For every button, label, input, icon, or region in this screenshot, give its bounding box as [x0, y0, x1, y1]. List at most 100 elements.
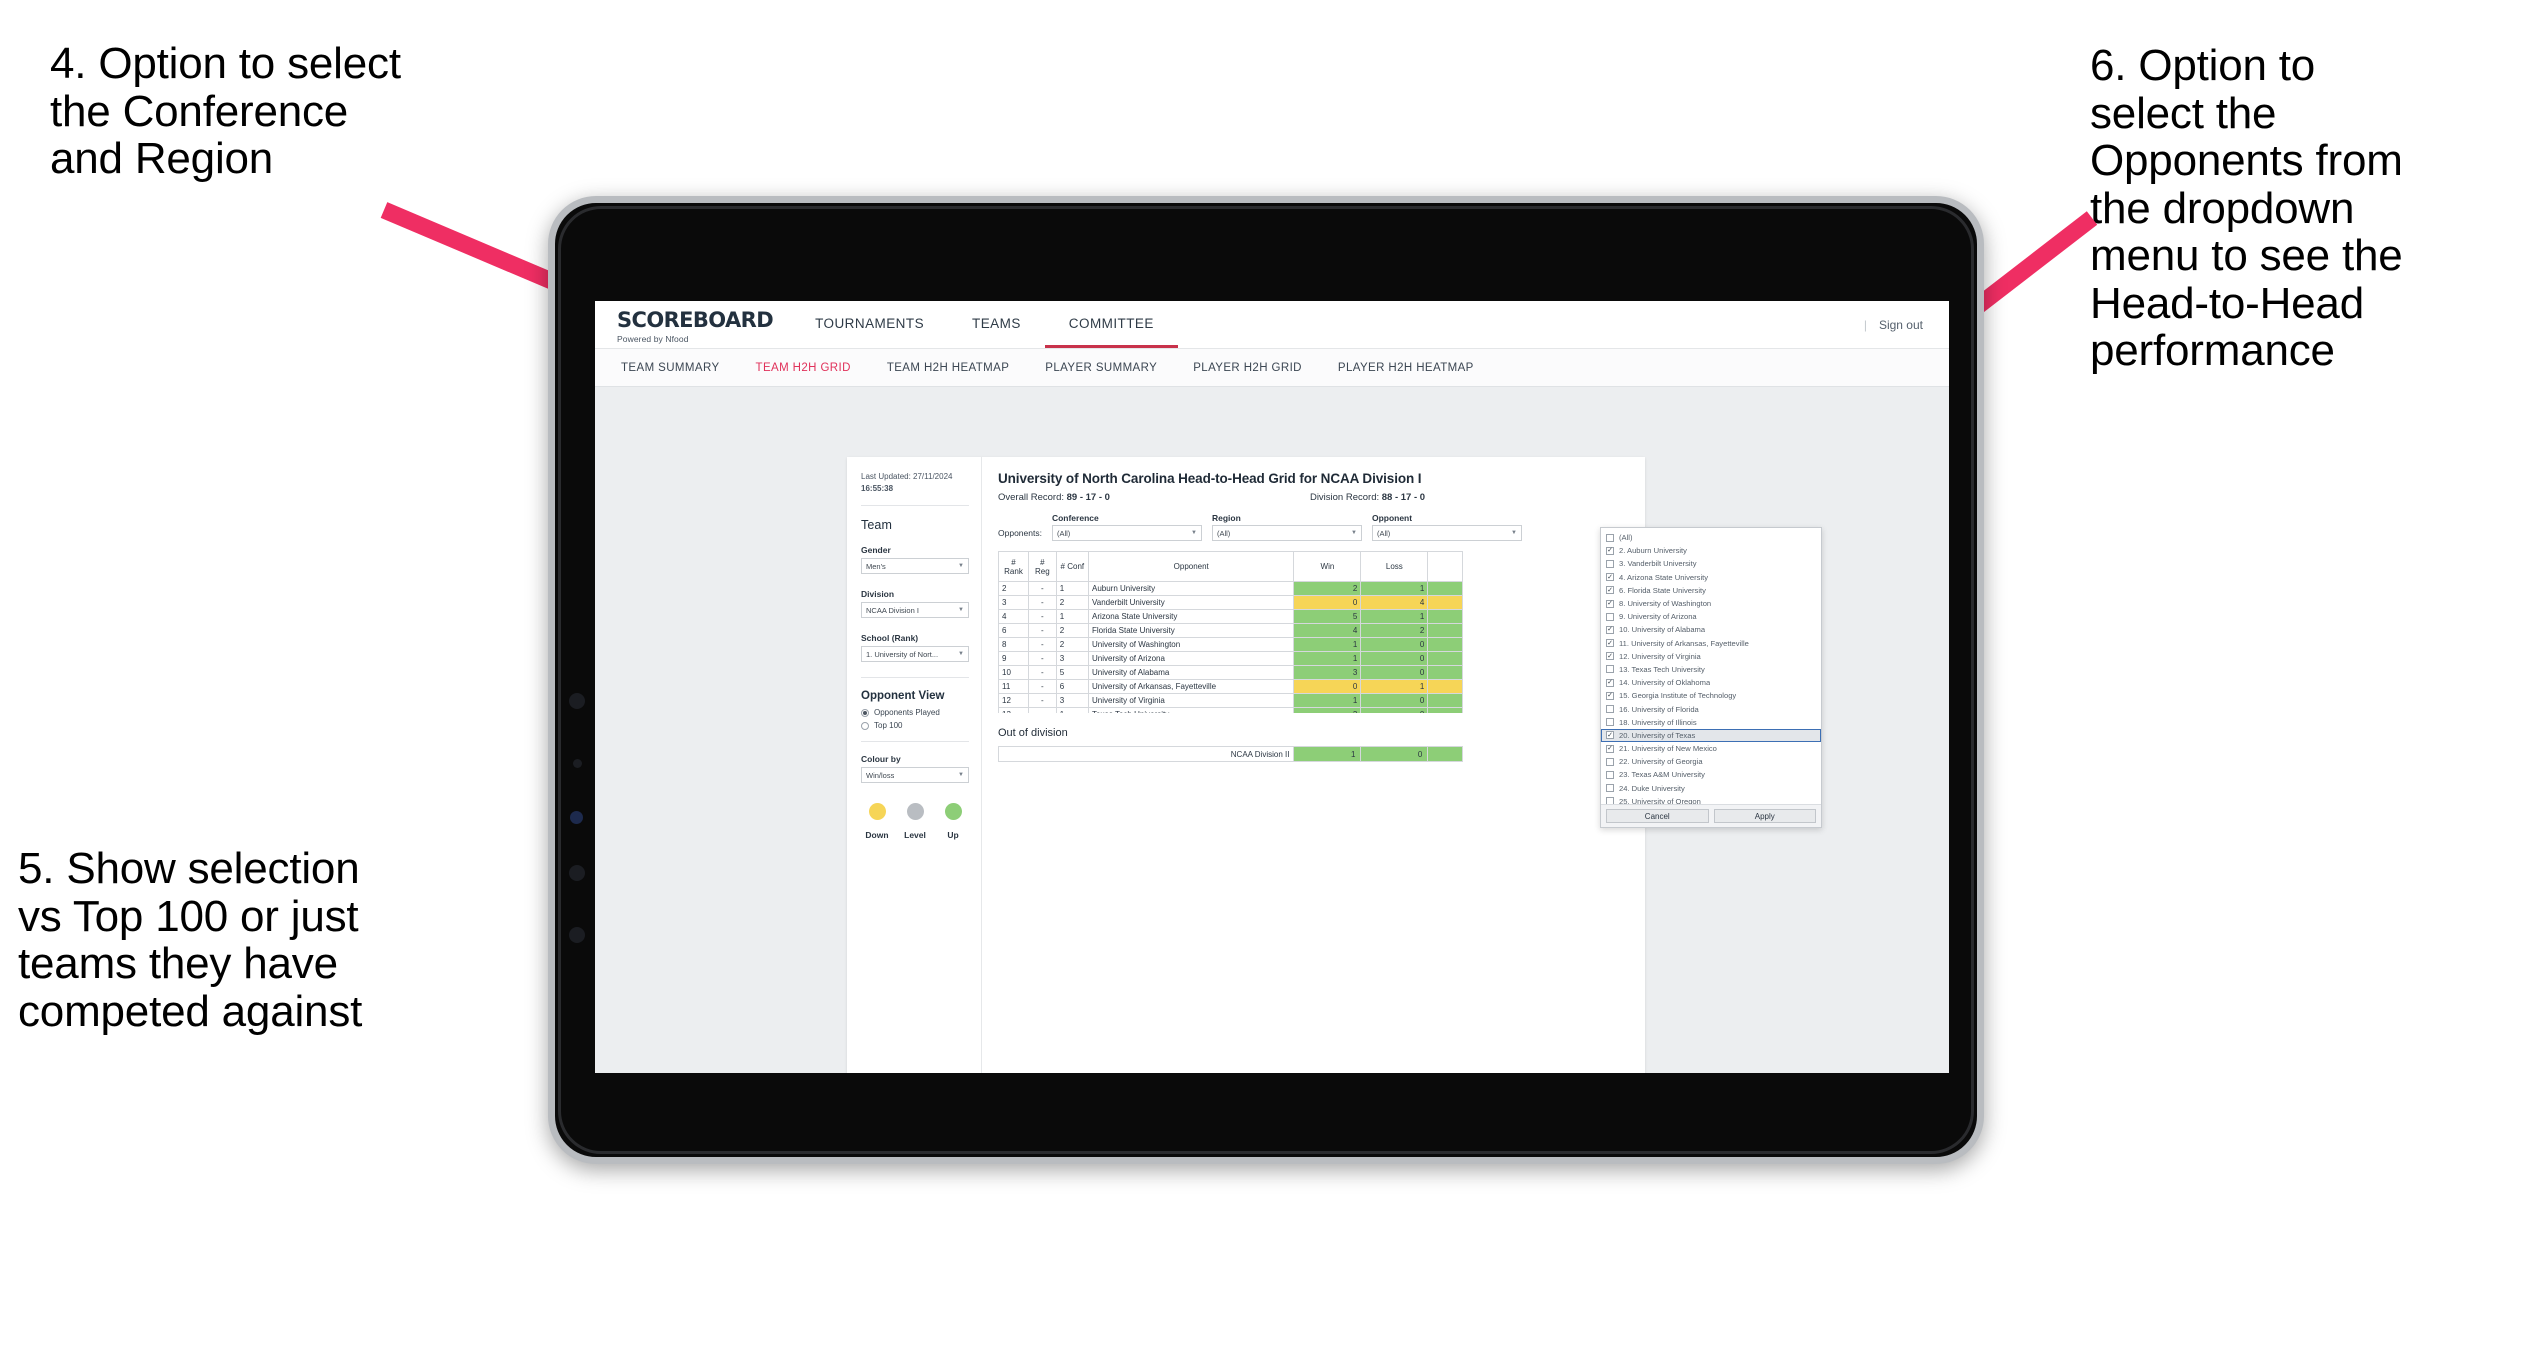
opponent-option[interactable]: 24. Duke University: [1601, 782, 1821, 795]
cell-rank: 9: [998, 651, 1029, 666]
checkbox-icon[interactable]: [1606, 559, 1614, 568]
legend-down: Down: [863, 803, 891, 843]
cell-reg: -: [1028, 651, 1057, 666]
opponent-option[interactable]: ✓ 2. Auburn University: [1601, 544, 1821, 557]
checkbox-icon[interactable]: [1606, 770, 1614, 779]
ood-win: 1: [1293, 746, 1362, 762]
checkbox-checked-icon[interactable]: ✓: [1606, 546, 1614, 555]
school-rank-select[interactable]: 1. University of Nort... ▼: [861, 646, 969, 663]
checkbox-icon[interactable]: [1606, 784, 1614, 793]
radio-top-100[interactable]: Top 100: [861, 721, 969, 730]
opponent-option[interactable]: 18. University of Illinois: [1601, 716, 1821, 729]
checkbox-checked-icon[interactable]: ✓: [1606, 639, 1614, 648]
school-rank-field: School (Rank) 1. University of Nort... ▼: [861, 633, 969, 663]
table-row[interactable]: 8-2 University of Washington 1 0: [998, 637, 1463, 652]
opponent-option[interactable]: ✓ 21. University of New Mexico: [1601, 742, 1821, 755]
table-row[interactable]: 3-2 Vanderbilt University 0 4: [998, 595, 1463, 610]
opponent-option[interactable]: 9. University of Arizona: [1601, 610, 1821, 623]
annotation-5: 5. Show selection vs Top 100 or just tea…: [18, 844, 363, 1036]
tablet-button-icon: [569, 927, 585, 943]
checkbox-checked-icon[interactable]: ✓: [1606, 652, 1614, 661]
cell-opponent: University of Washington: [1087, 637, 1295, 652]
nav-teams[interactable]: TEAMS: [948, 301, 1045, 348]
checkbox-checked-icon[interactable]: ✓: [1606, 625, 1614, 634]
tab-team-h2h-heatmap[interactable]: TEAM H2H HEATMAP: [869, 349, 1027, 386]
nav-tournaments[interactable]: TOURNAMENTS: [791, 301, 948, 348]
cell-loss: 4: [1360, 595, 1429, 610]
nav-committee[interactable]: COMMITTEE: [1044, 301, 1178, 348]
opponent-option[interactable]: ✓ 8. University of Washington: [1601, 597, 1821, 610]
tab-player-h2h-heatmap[interactable]: PLAYER H2H HEATMAP: [1320, 349, 1492, 386]
logo[interactable]: SCOREBOARD Powered by Nfood: [595, 301, 791, 348]
tab-team-summary[interactable]: TEAM SUMMARY: [603, 349, 738, 386]
table-row[interactable]: 4-1 Arizona State University 5 1: [998, 609, 1463, 624]
opponent-option[interactable]: 16. University of Florida: [1601, 702, 1821, 715]
colour-by-select[interactable]: Win/loss ▼: [861, 767, 969, 784]
opponent-option[interactable]: ✓ 6. Florida State University: [1601, 584, 1821, 597]
legend-up: Up: [939, 803, 967, 843]
checkbox-checked-icon[interactable]: ✓: [1606, 599, 1614, 608]
division-record-value: 88 - 17 - 0: [1381, 492, 1426, 503]
opponent-option[interactable]: ✓ 14. University of Oklahoma: [1601, 676, 1821, 689]
cell-opponent: Florida State University: [1087, 623, 1295, 638]
cell-rank: 2: [998, 581, 1029, 596]
checkbox-icon[interactable]: [1606, 797, 1614, 804]
opponent-option[interactable]: 3. Vanderbilt University: [1601, 557, 1821, 570]
checkbox-checked-icon[interactable]: ✓: [1606, 744, 1614, 753]
table-row[interactable]: 6-2 Florida State University 4 2: [998, 623, 1463, 638]
opponent-option-label: 12. University of Virginia: [1619, 651, 1701, 661]
opponent-option[interactable]: ✓ 20. University of Texas: [1601, 728, 1821, 742]
radio-opponents-played-label: Opponents Played: [874, 708, 940, 718]
table-row[interactable]: 10-5 University of Alabama 3 0: [998, 665, 1463, 680]
opponent-option[interactable]: 22. University of Georgia: [1601, 755, 1821, 768]
checkbox-checked-icon[interactable]: ✓: [1606, 731, 1614, 740]
opponent-option[interactable]: ✓ 12. University of Virginia: [1601, 650, 1821, 663]
opponent-option[interactable]: ✓ 15. Georgia Institute of Technology: [1601, 689, 1821, 702]
table-row[interactable]: 11-6 University of Arkansas, Fayetteville…: [998, 679, 1463, 694]
table-row[interactable]: 9-3 University of Arizona 1 0: [998, 651, 1463, 666]
division-select[interactable]: NCAA Division I ▼: [861, 602, 969, 619]
opponent-option[interactable]: ✓ 4. Arizona State University: [1601, 571, 1821, 584]
opponent-dropdown-list[interactable]: (All) ✓ 2. Auburn University 3. Vanderbilt …: [1601, 528, 1821, 804]
cancel-button[interactable]: Cancel: [1606, 809, 1709, 823]
opponent-option[interactable]: 23. Texas A&M University: [1601, 768, 1821, 781]
opponent-option[interactable]: 13. Texas Tech University: [1601, 663, 1821, 676]
conference-select[interactable]: (All) ▼: [1051, 525, 1202, 541]
screenshot-stage: 4. Option to select the Conference and R…: [0, 0, 2533, 1363]
tablet-camera-icon: [570, 811, 583, 824]
table-row[interactable]: 13-1Texas Tech University30: [998, 707, 1463, 713]
gender-select[interactable]: Men's ▼: [861, 558, 969, 575]
checkbox-icon[interactable]: [1606, 718, 1614, 727]
legend-up-label: Up: [947, 830, 959, 841]
checkbox-checked-icon[interactable]: ✓: [1606, 573, 1614, 582]
checkbox-icon[interactable]: [1606, 705, 1614, 714]
opponent-option[interactable]: ✓ 10. University of Alabama: [1601, 623, 1821, 636]
tab-team-h2h-grid[interactable]: TEAM H2H GRID: [738, 349, 869, 386]
opponent-select[interactable]: (All) ▼: [1371, 525, 1522, 541]
ood-name: NCAA Division II: [997, 746, 1295, 762]
checkbox-icon[interactable]: [1606, 533, 1614, 542]
checkbox-checked-icon[interactable]: ✓: [1606, 586, 1614, 595]
legend-level-swatch: [906, 803, 924, 821]
tab-player-h2h-grid[interactable]: PLAYER H2H GRID: [1175, 349, 1320, 386]
opponents-label: Opponents:: [998, 528, 1042, 538]
apply-button[interactable]: Apply: [1713, 809, 1816, 823]
secondary-nav: TEAM SUMMARY TEAM H2H GRID TEAM H2H HEAT…: [595, 349, 1949, 387]
region-select[interactable]: (All) ▼: [1211, 525, 1362, 541]
checkbox-icon[interactable]: [1606, 757, 1614, 766]
signout-link[interactable]: Sign out: [1879, 318, 1923, 332]
table-row[interactable]: 2-1 Auburn University 2 1: [998, 581, 1463, 596]
opponent-option[interactable]: (All): [1601, 531, 1821, 544]
checkbox-icon[interactable]: [1606, 612, 1614, 621]
checkbox-checked-icon[interactable]: ✓: [1606, 691, 1614, 700]
checkbox-checked-icon[interactable]: ✓: [1606, 678, 1614, 687]
cell-opponent: University of Arkansas, Fayetteville: [1087, 679, 1295, 694]
opponent-option[interactable]: ✓ 11. University of Arkansas, Fayettevill…: [1601, 637, 1821, 650]
opponent-dropdown[interactable]: (All) ✓ 2. Auburn University 3. Vanderbilt …: [1600, 527, 1822, 828]
tab-player-summary[interactable]: PLAYER SUMMARY: [1027, 349, 1175, 386]
checkbox-icon[interactable]: [1606, 665, 1614, 674]
opponent-option[interactable]: 25. University of Oregon: [1601, 795, 1821, 804]
radio-opponents-played[interactable]: Opponents Played: [861, 708, 969, 717]
table-row[interactable]: 12-3 University of Virginia 1 0: [998, 693, 1463, 708]
cell-pad: [1427, 665, 1463, 680]
